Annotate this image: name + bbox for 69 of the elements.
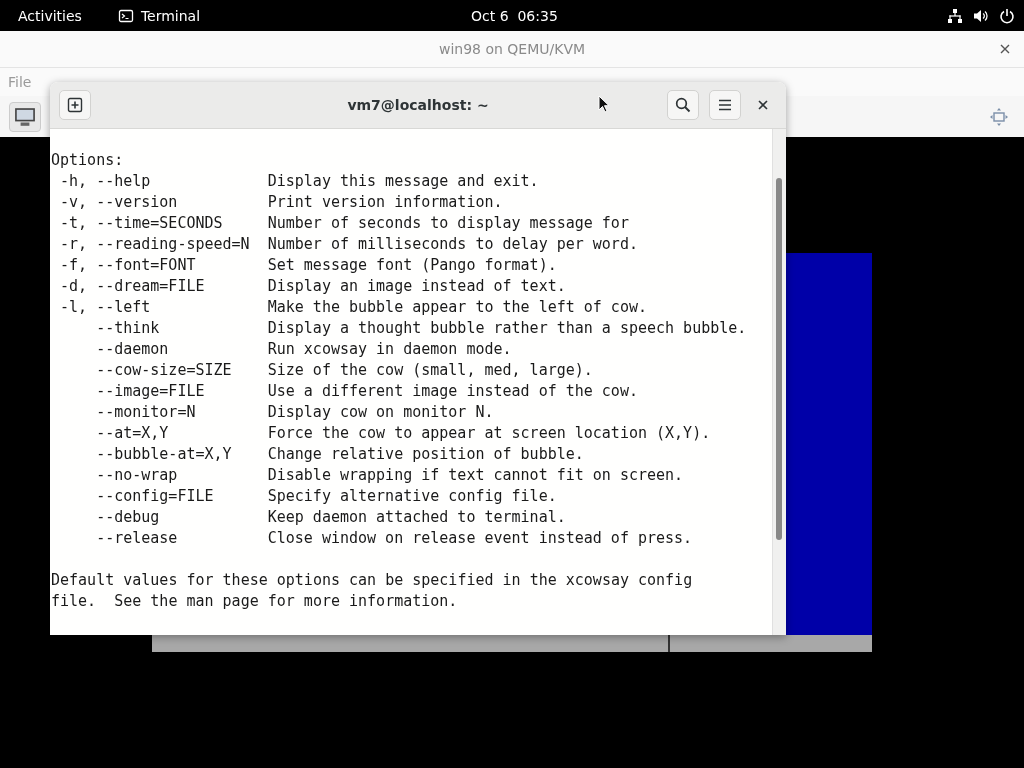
option-description: Change relative position of bubble.: [267, 444, 584, 465]
option-description: Display this message and exit.: [267, 171, 539, 192]
option-description: Number of milliseconds to delay per word.: [267, 234, 638, 255]
option-label: --think: [96, 319, 160, 337]
menu-button[interactable]: [709, 90, 741, 120]
option-label: -f,: [60, 255, 89, 276]
option-label: -v,: [60, 192, 89, 213]
option-label: -h,: [60, 171, 89, 192]
close-icon: [758, 100, 768, 110]
terminal-text: Default values for these options can be specified in the xcowsay config: [51, 570, 694, 591]
search-icon: [675, 97, 691, 113]
search-button[interactable]: [667, 90, 699, 120]
volume-icon[interactable]: [973, 7, 989, 24]
scrollbar-thumb[interactable]: [776, 178, 782, 540]
scrollbar[interactable]: [772, 129, 786, 635]
option-label: -r,: [60, 234, 89, 255]
option-description: Close window on release event instead of press.: [267, 528, 693, 549]
terminal-text: Options:: [51, 150, 125, 171]
option-description: Set message font (Pango format).: [267, 255, 557, 276]
option-description: Run xcowsay in daemon mode.: [267, 339, 512, 360]
option-description: Number of seconds to display message for: [267, 213, 629, 234]
window-title: win98 on QEMU/KVM: [438, 41, 586, 57]
window-title: vm7@localhost: ~: [346, 97, 490, 113]
activities-button[interactable]: Activities: [18, 7, 82, 24]
new-tab-button[interactable]: [59, 90, 91, 120]
option-label: -t,: [60, 213, 89, 234]
option-description: Size of the cow (small, med, large).: [267, 360, 593, 381]
menu-icon: [717, 97, 733, 113]
plus-icon: [67, 97, 83, 113]
option-label: --left: [96, 298, 151, 316]
option-description: Disable wrapping if text cannot fit on screen.: [267, 465, 684, 486]
option-label: --at=X,Y: [96, 424, 169, 442]
option-label: --bubble-at=X,Y: [96, 445, 232, 463]
option-description: Display cow on monitor N.: [267, 402, 494, 423]
option-label: --font=FONT: [96, 256, 196, 274]
option-description: Force the cow to appear at screen location (X,Y).: [267, 423, 711, 444]
terminal-text: file. See the man page for more information.: [51, 591, 459, 612]
option-description: Display an image instead of text.: [267, 276, 566, 297]
option-label: --time=SECONDS: [96, 214, 223, 232]
option-label: --dream=FILE: [96, 277, 205, 295]
app-menu-label[interactable]: Terminal: [140, 7, 201, 24]
option-label: --monitor=N: [96, 403, 196, 421]
option-description: Print version information.: [267, 192, 503, 213]
monitor-icon: [14, 106, 36, 127]
option-label: -l,: [60, 297, 89, 318]
option-description: Keep daemon attached to terminal.: [267, 507, 566, 528]
option-label: --daemon: [96, 340, 169, 358]
power-icon[interactable]: [999, 7, 1015, 24]
option-label: --version: [96, 193, 178, 211]
option-label: --help: [96, 172, 151, 190]
option-label: --no-wrap: [96, 466, 178, 484]
clock[interactable]: Oct 6 06:35: [471, 7, 558, 24]
option-description: Make the bubble appear to the left of cow.: [267, 297, 647, 318]
resize-icon[interactable]: [988, 106, 1010, 127]
option-description: Specify alternative config file.: [267, 486, 557, 507]
console-button[interactable]: [9, 101, 41, 132]
option-description: Use a different image instead of the cow.: [267, 381, 638, 402]
option-label: -d,: [60, 276, 89, 297]
close-icon[interactable]: [1000, 44, 1010, 54]
option-label: --reading-speed=N: [96, 235, 250, 253]
mouse-pointer-icon: [598, 95, 610, 113]
terminal-icon: [117, 7, 134, 24]
option-label: --image=FILE: [96, 382, 205, 400]
option-description: Display a thought bubble rather than a speech bubble.: [267, 318, 747, 339]
option-label: --debug: [96, 508, 160, 526]
option-label: --cow-size=SIZE: [96, 361, 232, 379]
option-label: --config=FILE: [96, 487, 214, 505]
option-label: --release: [96, 529, 178, 547]
network-icon[interactable]: [947, 7, 963, 24]
